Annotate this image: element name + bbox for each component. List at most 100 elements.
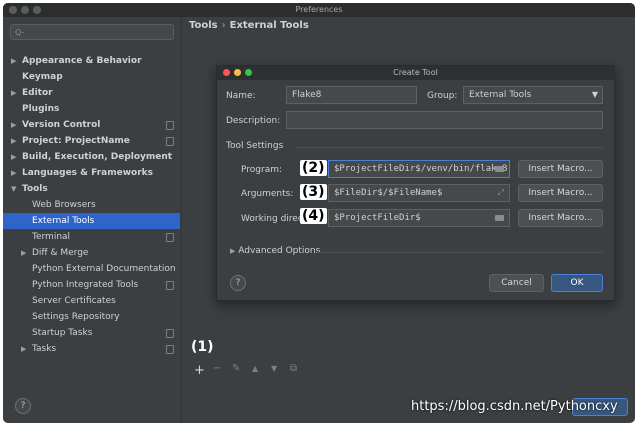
program-insert-macro-button[interactable]: Insert Macro...: [518, 160, 603, 178]
name-field[interactable]: Flake8: [286, 86, 417, 104]
sidebar-item[interactable]: ▶ Build, Execution, Deployment: [3, 149, 180, 165]
sidebar-item-label: Web Browsers: [32, 200, 96, 210]
sidebar-item[interactable]: ▶ Editor: [3, 85, 180, 101]
chevron-right-icon[interactable]: ▶: [21, 245, 32, 261]
annotation-1: (1): [191, 339, 214, 355]
name-label: Name:: [226, 91, 256, 101]
dialog-help-button[interactable]: ?: [230, 275, 246, 291]
project-scope-icon: [166, 121, 174, 130]
workdir-insert-macro-button[interactable]: Insert Macro...: [518, 209, 603, 227]
copy-tool-button[interactable]: ⧉: [290, 363, 297, 374]
sidebar-item-label: Keymap: [22, 72, 63, 82]
group-select[interactable]: External Tools ▼: [463, 86, 603, 104]
move-down-button[interactable]: ▼: [271, 364, 277, 373]
working-directory-label: Working direc: [241, 214, 303, 224]
tool-settings-heading: Tool Settings: [226, 141, 284, 151]
sidebar-item[interactable]: ▶ Project: ProjectName: [3, 133, 180, 149]
group-select-value: External Tools: [469, 90, 532, 100]
sidebar-item[interactable]: ▶ Diff & Merge: [3, 245, 180, 261]
sidebar-item-label: Tools: [22, 184, 48, 194]
chevron-right-icon[interactable]: ▶: [11, 133, 22, 149]
edit-tool-button[interactable]: ✎: [232, 363, 240, 374]
sidebar-item[interactable]: Server Certificates: [3, 293, 180, 309]
advanced-options-toggle[interactable]: ▶ Advanced Options: [230, 246, 320, 256]
sidebar-item-label: Startup Tasks: [32, 328, 93, 338]
sidebar-item-label: Version Control: [22, 120, 101, 130]
arguments-field[interactable]: $FileDir$/$FileName$ ⤢: [328, 184, 510, 202]
arguments-value: $FileDir$/$FileName$: [334, 188, 443, 198]
add-tool-button[interactable]: +: [194, 363, 205, 378]
program-value: $ProjectFileDir$/venv/bin/flake8: [334, 164, 508, 174]
project-scope-icon: [166, 345, 174, 354]
remove-tool-button[interactable]: −: [213, 363, 221, 374]
breadcrumb-parent: Tools: [189, 20, 218, 31]
dialog-close-icon[interactable]: [223, 69, 230, 76]
breadcrumb: Tools › External Tools: [189, 20, 309, 31]
sidebar-item-label: External Tools: [32, 216, 95, 226]
sidebar-item-label: Languages & Frameworks: [22, 168, 154, 178]
chevron-right-icon[interactable]: ▶: [11, 85, 22, 101]
program-field[interactable]: $ProjectFileDir$/venv/bin/flake8: [328, 160, 510, 178]
chevron-right-icon[interactable]: ▶: [21, 341, 32, 357]
expand-icon[interactable]: ⤢: [498, 185, 504, 201]
watermark-url: https://blog.csdn.net/Pythoncxy: [411, 399, 618, 414]
arguments-insert-macro-button[interactable]: Insert Macro...: [518, 184, 603, 202]
sidebar-item-label: Settings Repository: [32, 312, 120, 322]
ok-button[interactable]: OK: [551, 274, 603, 292]
working-directory-field[interactable]: $ProjectFileDir$: [328, 209, 510, 227]
sidebar-item[interactable]: Plugins: [3, 101, 180, 117]
program-label: Program:: [241, 165, 283, 175]
sidebar-item[interactable]: External Tools: [3, 213, 180, 229]
chevron-right-icon[interactable]: ▶: [11, 53, 22, 69]
sidebar-item[interactable]: Web Browsers: [3, 197, 180, 213]
chevron-right-icon[interactable]: ▶: [11, 165, 22, 181]
sidebar-item[interactable]: ▶ Tasks: [3, 341, 180, 357]
preferences-help-button[interactable]: ?: [15, 398, 31, 414]
sidebar-item[interactable]: Terminal: [3, 229, 180, 245]
annotation-3: (3): [300, 184, 327, 200]
sidebar-item[interactable]: ▶ Appearance & Behavior: [3, 53, 180, 69]
sidebar-item-label: Python Integrated Tools: [32, 280, 139, 290]
zoom-window-icon[interactable]: [33, 6, 41, 14]
tool-settings-divider: [295, 147, 603, 148]
description-label: Description:: [226, 116, 281, 126]
working-directory-value: $ProjectFileDir$: [334, 213, 421, 223]
sidebar-item[interactable]: ▼ Tools: [3, 181, 180, 197]
project-scope-icon: [166, 329, 174, 338]
folder-icon[interactable]: [495, 215, 504, 221]
chevron-right-icon: ▶: [230, 247, 236, 255]
dialog-title: Create Tool: [393, 68, 438, 77]
chevron-right-icon[interactable]: ▶: [11, 117, 22, 133]
project-scope-icon: [166, 281, 174, 290]
folder-icon[interactable]: [495, 166, 504, 172]
advanced-options-label: Advanced Options: [238, 246, 321, 256]
minimize-window-icon[interactable]: [21, 6, 29, 14]
sidebar-item[interactable]: Keymap: [3, 69, 180, 85]
dialog-zoom-icon[interactable]: [245, 69, 252, 76]
sidebar-item[interactable]: Settings Repository: [3, 309, 180, 325]
create-tool-dialog: Create Tool Name: Flake8 Group: External…: [216, 65, 615, 301]
annotation-2: (2): [300, 160, 327, 176]
sidebar-item[interactable]: ▶ Languages & Frameworks: [3, 165, 180, 181]
dialog-minimize-icon[interactable]: [234, 69, 241, 76]
chevron-right-icon[interactable]: ▶: [11, 149, 22, 165]
sidebar-item-label: Diff & Merge: [32, 248, 89, 258]
dialog-titlebar: Create Tool: [217, 66, 614, 80]
sidebar-item-label: Editor: [22, 88, 53, 98]
chevron-down-icon[interactable]: ▼: [11, 181, 22, 197]
sidebar-item[interactable]: ▶ Version Control: [3, 117, 180, 133]
sidebar-item[interactable]: Python External Documentation: [3, 261, 180, 277]
breadcrumb-separator: ›: [221, 20, 226, 31]
chevron-down-icon: ▼: [591, 90, 598, 99]
sidebar-item[interactable]: Startup Tasks: [3, 325, 180, 341]
cancel-button[interactable]: Cancel: [489, 274, 544, 292]
advanced-divider: [317, 252, 603, 253]
sidebar-item[interactable]: Python Integrated Tools: [3, 277, 180, 293]
search-input[interactable]: Q-: [10, 24, 174, 40]
move-up-button[interactable]: ▲: [252, 364, 258, 373]
annotation-4: (4): [300, 208, 327, 224]
close-window-icon[interactable]: [9, 6, 17, 14]
description-field[interactable]: [286, 111, 603, 129]
sidebar-item-label: Tasks: [32, 344, 57, 354]
sidebar-item-label: Server Certificates: [32, 296, 116, 306]
